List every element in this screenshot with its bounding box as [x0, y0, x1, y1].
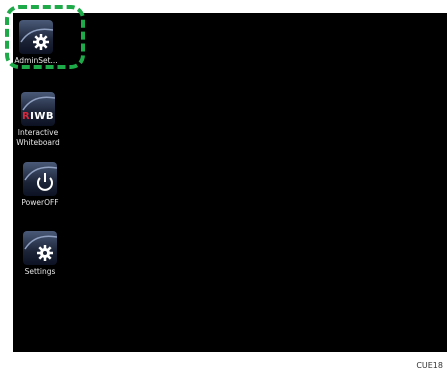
settings-tile	[23, 231, 57, 265]
highlight-frame	[5, 5, 85, 69]
settings-shortcut[interactable]: Settings	[7, 231, 73, 277]
power-off-shortcut[interactable]: PowerOFF	[7, 162, 73, 208]
interactive-whiteboard-label-line2: Whiteboard	[16, 138, 60, 147]
interactive-whiteboard-shortcut[interactable]: RIWB Interactive Whiteboard	[5, 92, 71, 148]
riwb-logo-text: RIWB	[21, 111, 55, 122]
power-icon	[24, 166, 57, 191]
power-off-tile	[23, 162, 57, 196]
gear-icon	[24, 235, 57, 261]
settings-label: Settings	[24, 267, 56, 276]
power-off-label: PowerOFF	[21, 198, 59, 207]
interactive-whiteboard-tile: RIWB	[21, 92, 55, 126]
interactive-whiteboard-label-line1: Interactive	[17, 128, 59, 137]
figure-caption: CUE18	[416, 361, 443, 370]
